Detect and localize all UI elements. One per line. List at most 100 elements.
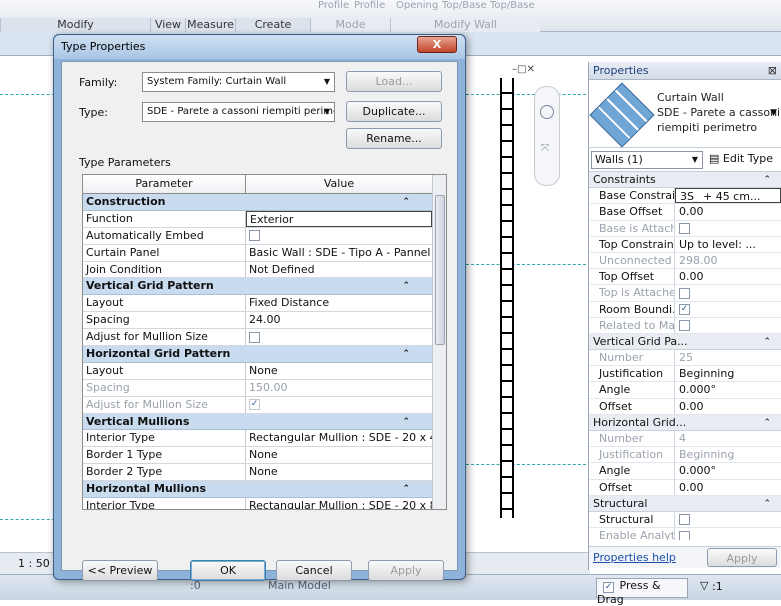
parameter-checkbox-cell[interactable]	[246, 329, 432, 345]
grid-section-header[interactable]: Horizontal Grid Pattern ⌃	[83, 346, 432, 363]
property-checkbox-cell[interactable]	[675, 221, 781, 236]
parameter-value[interactable]: Not Defined	[246, 262, 432, 278]
column-header-value[interactable]: Value	[246, 175, 432, 193]
ok-button[interactable]: OK	[190, 560, 266, 581]
rename-button[interactable]: Rename...	[346, 128, 442, 149]
ribbon-group-modify[interactable]: Modify	[0, 18, 150, 32]
property-value[interactable]: 4	[675, 431, 781, 446]
parameter-value[interactable]: Fixed Distance	[246, 295, 432, 311]
collapse-icon[interactable]: ⌃	[763, 496, 771, 512]
collapse-icon[interactable]: ⌃	[402, 278, 410, 294]
scrollbar-thumb[interactable]	[435, 195, 445, 345]
checkbox[interactable]: ✓	[679, 304, 690, 315]
checkbox[interactable]	[679, 287, 690, 299]
parameter-value[interactable]: None	[246, 447, 432, 463]
apply-button[interactable]: Apply	[368, 560, 444, 581]
checkbox[interactable]	[679, 223, 690, 235]
parameter-value[interactable]: Exterior	[246, 210, 432, 227]
property-value[interactable]: Beginning	[675, 447, 781, 462]
parameter-value[interactable]: None	[246, 363, 432, 379]
filter-icon[interactable]: ▽	[700, 579, 708, 592]
parameter-value[interactable]: None	[246, 464, 432, 480]
checkbox[interactable]	[679, 320, 690, 332]
properties-help-link[interactable]: Properties help	[593, 551, 676, 564]
ribbon-button-top-base-2[interactable]: Top/Base	[490, 0, 535, 11]
chevron-down-icon[interactable]: ▼	[770, 108, 777, 118]
scale-label[interactable]: 1 : 50	[18, 557, 50, 570]
type-dropdown[interactable]: SDE - Parete a cassoni riempiti perimetr…	[142, 102, 335, 122]
parameter-value[interactable]: Rectangular Mullion : SDE - 20 x 4	[246, 430, 432, 446]
grid-section-header[interactable]: Vertical Mullions ⌃	[83, 413, 432, 431]
close-button[interactable]: X	[417, 36, 457, 53]
parameter-value[interactable]: 150.00	[246, 380, 432, 396]
steering-wheel-icon[interactable]	[540, 105, 554, 119]
view-window-controls[interactable]: –□✕	[512, 64, 535, 75]
collapse-icon[interactable]: ⌃	[402, 481, 410, 497]
grid-section-header[interactable]: Construction ⌃	[83, 194, 432, 211]
property-checkbox-cell[interactable]	[675, 512, 781, 527]
ribbon-button-profile[interactable]: Profile	[318, 0, 349, 11]
parameter-value[interactable]: 24.00	[246, 312, 432, 328]
parameter-value[interactable]: Basic Wall : SDE - Tipo A - Pannel	[246, 245, 432, 261]
checkbox[interactable]	[249, 331, 260, 343]
ribbon-button-top-base[interactable]: Top/Base	[442, 0, 487, 11]
edit-type-button[interactable]: ▤ Edit Type	[709, 151, 773, 169]
curtain-wall-element[interactable]	[500, 78, 514, 518]
property-value[interactable]: 0.00	[675, 269, 781, 284]
collapse-icon[interactable]: ⌃	[402, 414, 410, 430]
dialog-title-bar[interactable]: Type Properties	[54, 35, 465, 59]
property-value[interactable]: Beginning	[675, 366, 781, 381]
checkbox[interactable]	[249, 230, 260, 242]
property-value[interactable]: 3S_ + 45 cm...	[675, 188, 781, 204]
properties-section-header[interactable]: Structural ⌃	[589, 495, 781, 512]
property-checkbox-cell[interactable]	[675, 318, 781, 333]
ribbon-button-profile-2[interactable]: Profile	[354, 0, 385, 11]
duplicate-button[interactable]: Duplicate...	[346, 101, 442, 122]
property-value[interactable]: 0.00	[675, 399, 781, 414]
ribbon-group-view[interactable]: View	[150, 18, 185, 32]
grid-section-header[interactable]: Horizontal Mullions ⌃	[83, 481, 432, 499]
property-value[interactable]: 0.000°	[675, 463, 781, 478]
property-value[interactable]: 0.000°	[675, 382, 781, 397]
ribbon-group-create[interactable]: Create	[235, 18, 310, 32]
preview-button[interactable]: << Preview	[82, 560, 158, 581]
navigation-bar[interactable]: ⤧	[534, 86, 560, 186]
parameter-checkbox-cell[interactable]: ✓	[246, 397, 432, 413]
grid-scrollbar[interactable]	[432, 175, 446, 509]
load-button[interactable]: Load...	[346, 71, 442, 92]
property-checkbox-cell[interactable]	[675, 528, 781, 540]
close-icon[interactable]: ⊠	[768, 62, 777, 80]
collapse-icon[interactable]: ⌃	[402, 194, 410, 210]
collapse-icon[interactable]: ⌃	[763, 415, 771, 431]
family-dropdown[interactable]: System Family: Curtain Wall ▼	[142, 72, 335, 92]
properties-section-header[interactable]: Horizontal Grid... ⌃	[589, 414, 781, 431]
grid-section-header[interactable]: Vertical Grid Pattern ⌃	[83, 278, 432, 296]
property-checkbox-cell[interactable]	[675, 285, 781, 300]
instance-filter-dropdown[interactable]: Walls (1) ▼	[591, 151, 703, 169]
ribbon-group-mode[interactable]: Mode	[310, 18, 390, 32]
checkbox[interactable]	[679, 514, 690, 526]
type-selector[interactable]: Curtain Wall SDE - Parete a cassoni riem…	[589, 80, 781, 148]
properties-apply-button[interactable]: Apply	[707, 548, 777, 567]
collapse-icon[interactable]: ⌃	[402, 346, 410, 362]
property-checkbox-cell[interactable]: ✓	[675, 302, 781, 317]
ribbon-group-measure[interactable]: Measure	[185, 18, 235, 32]
parameter-value[interactable]: Rectangular Mullion : SDE - 20 x 8	[246, 498, 432, 509]
properties-section-header[interactable]: Vertical Grid Pa... ⌃	[589, 333, 781, 351]
checkbox[interactable]: ✓	[249, 399, 260, 411]
column-header-parameter[interactable]: Parameter	[83, 175, 246, 193]
collapse-icon[interactable]: ⌃	[763, 334, 771, 350]
checkbox[interactable]	[679, 530, 690, 540]
property-value[interactable]: 25	[675, 350, 781, 365]
parameter-checkbox-cell[interactable]	[246, 228, 432, 244]
property-value[interactable]: 0.00	[675, 480, 781, 495]
cancel-button[interactable]: Cancel	[276, 560, 352, 581]
property-value[interactable]: 0.00	[675, 204, 781, 219]
press-drag-checkbox[interactable]: ✓	[603, 582, 614, 593]
zoom-icon[interactable]: ⤧	[541, 143, 549, 154]
press-drag-toggle[interactable]: ✓ Press & Drag	[596, 578, 688, 606]
property-value[interactable]: Up to level: ...	[675, 237, 781, 252]
ribbon-group-modify-wall[interactable]: Modify Wall	[390, 18, 540, 32]
collapse-icon[interactable]: ⌃	[763, 172, 771, 188]
properties-section-header[interactable]: Constraints ⌃	[589, 172, 781, 189]
